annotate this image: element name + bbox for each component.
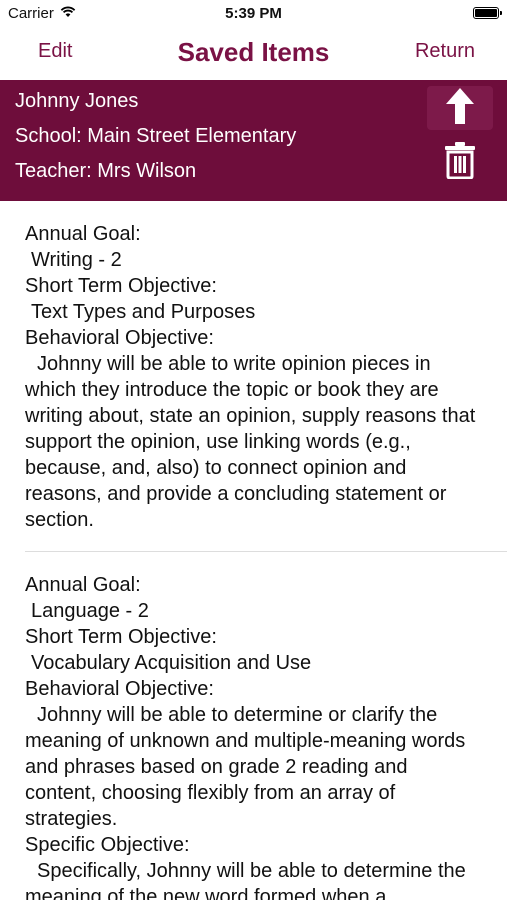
saved-item[interactable]: Annual Goal: Language - 2 Short Term Obj…: [0, 552, 507, 900]
behavioral-objective-text: Johnny will be able to determine or clar…: [25, 704, 466, 830]
annual-goal-label: Annual Goal:: [25, 574, 141, 596]
annual-goal-value: Writing - 2: [31, 249, 122, 271]
student-teacher: Teacher: Mrs Wilson: [15, 160, 197, 182]
short-term-objective-value: Text Types and Purposes: [31, 301, 256, 323]
navigation-bar: Edit Saved Items Return: [0, 28, 507, 80]
behavioral-objective-label: Behavioral Objective:: [25, 327, 214, 349]
specific-objective-text: Specifically, Johnny will be able to det…: [25, 860, 466, 900]
annual-goal-value: Language - 2: [31, 600, 149, 622]
specific-objective-label: Specific Objective:: [25, 834, 190, 856]
behavioral-objective-text: Johnny will be able to write opinion pie…: [25, 353, 476, 531]
short-term-objective-label: Short Term Objective:: [25, 626, 217, 648]
annual-goal-label: Annual Goal:: [25, 223, 141, 245]
short-term-objective-label: Short Term Objective:: [25, 275, 217, 297]
status-bar: Carrier 5:39 PM: [0, 0, 507, 28]
saved-items-list[interactable]: Annual Goal: Writing - 2 Short Term Obje…: [0, 201, 507, 900]
behavioral-objective-label: Behavioral Objective:: [25, 678, 214, 700]
student-name: Johnny Jones: [15, 90, 139, 112]
delete-button[interactable]: [427, 140, 493, 184]
saved-item[interactable]: Annual Goal: Writing - 2 Short Term Obje…: [0, 201, 507, 551]
student-school: School: Main Street Elementary: [15, 125, 297, 147]
upload-button[interactable]: [427, 86, 493, 130]
short-term-objective-value: Vocabulary Acquisition and Use: [31, 652, 312, 674]
student-header: Johnny Jones School: Main Street Element…: [0, 80, 507, 201]
return-button[interactable]: Return: [415, 40, 475, 63]
trash-icon: [444, 141, 476, 184]
clock: 5:39 PM: [225, 5, 282, 22]
arrow-up-icon: [445, 87, 475, 130]
battery-icon: [473, 7, 502, 19]
